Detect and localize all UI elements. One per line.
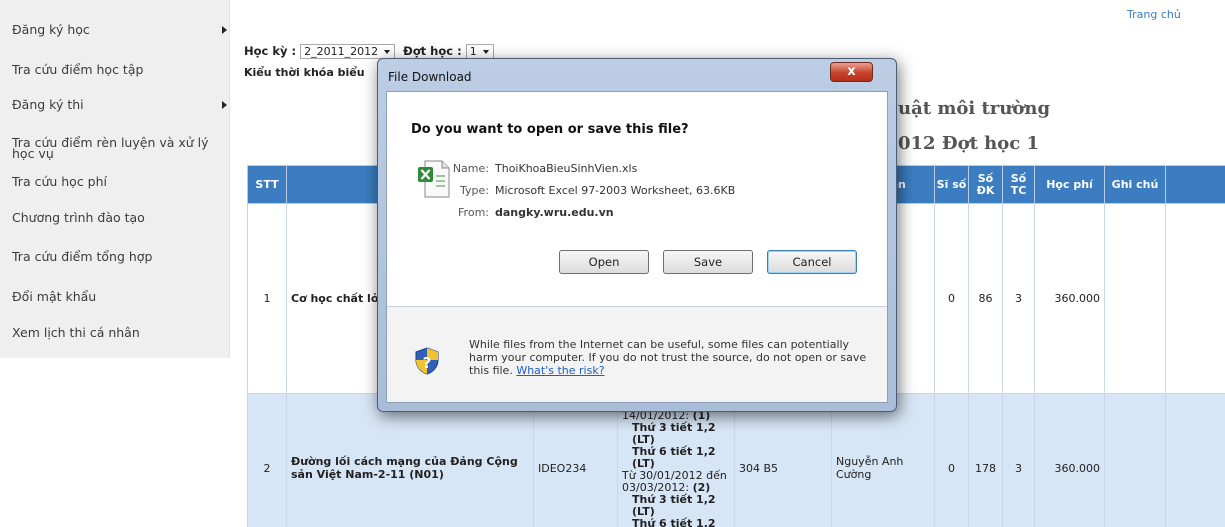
file-from-row: From: dangky.wru.edu.vn bbox=[447, 206, 614, 219]
dot-hoc-label: Đợt học : bbox=[403, 44, 462, 58]
dialog-question: Do you want to open or save this file? bbox=[411, 122, 689, 137]
header-hoc-phi: Học phí bbox=[1034, 165, 1105, 204]
cell-extra bbox=[1165, 203, 1225, 394]
header-extra bbox=[1165, 165, 1225, 204]
cell-stt: 2 bbox=[247, 393, 287, 527]
file-from-label: From: bbox=[458, 206, 489, 219]
schedule-slot: Thứ 6 tiết 1,2 (LT) bbox=[632, 445, 716, 470]
cell-ghi-chu bbox=[1104, 203, 1166, 394]
warning-text: While files from the Internet can be use… bbox=[469, 338, 874, 377]
page-title-line1: uật môi trường bbox=[898, 98, 1051, 119]
sidebar-item-label: Chương trình đào tạo bbox=[12, 210, 145, 225]
sidebar-item-label: Tra cứu điểm tổng hợp bbox=[12, 249, 153, 264]
header-stt: STT bbox=[247, 165, 287, 204]
timetable-type-label: Kiểu thời khóa biểu bbox=[244, 66, 365, 79]
cell-so-dk: 86 bbox=[968, 203, 1003, 394]
close-button[interactable]: x bbox=[830, 62, 873, 82]
file-type-value: Microsoft Excel 97-2003 Worksheet, 63.6K… bbox=[495, 184, 736, 197]
table-row: 2 Đường lối cách mạng của Đảng Cộng sản … bbox=[247, 393, 1225, 527]
cell-ma: IDEO234 bbox=[533, 393, 618, 527]
schedule-slot: Thứ 3 tiết 1,2 (LT) bbox=[632, 493, 716, 518]
cell-lich: 14/01/2012: (1) Thứ 3 tiết 1,2 (LT) Thứ … bbox=[617, 393, 735, 527]
cancel-button[interactable]: Cancel bbox=[767, 250, 857, 274]
cell-so-tc: 3 bbox=[1002, 203, 1035, 394]
file-name-value: ThoiKhoaBieuSinhVien.xls bbox=[495, 162, 638, 175]
dialog-title: File Download bbox=[388, 70, 472, 84]
warning-area: ? While files from the Internet can be u… bbox=[387, 307, 887, 402]
cell-hoc-phi: 360.000 bbox=[1034, 203, 1105, 394]
header-so-tc: Số TC bbox=[1002, 165, 1035, 204]
sidebar-item-label: Đăng ký học bbox=[12, 22, 90, 37]
cell-so-dk: 178 bbox=[968, 393, 1003, 527]
submenu-arrow-icon bbox=[222, 101, 227, 109]
header-ghi-chu: Ghi chú bbox=[1104, 165, 1166, 204]
sidebar-item-label: Tra cứu điểm rèn luyện và xử lý học vụ bbox=[12, 135, 209, 161]
sidebar-item-label: Tra cứu học phí bbox=[12, 174, 108, 189]
header-so-dk: Số ĐK bbox=[968, 165, 1003, 204]
submenu-arrow-icon bbox=[222, 26, 227, 34]
cell-phong: 304 B5 bbox=[734, 393, 832, 527]
sidebar-item-chuong-trinh-dao-tao[interactable]: Chương trình đào tạo bbox=[12, 211, 227, 224]
sidebar-item-label: Đăng ký thi bbox=[12, 97, 84, 112]
sidebar-item-xem-lich-thi[interactable]: Xem lịch thi cá nhân bbox=[12, 326, 227, 339]
cell-so-tc: 3 bbox=[1002, 393, 1035, 527]
sidebar-item-doi-mat-khau[interactable]: Đổi mật khẩu bbox=[12, 290, 227, 303]
sidebar-item-tra-cuu-diem-tong-hop[interactable]: Tra cứu điểm tổng hợp bbox=[12, 250, 227, 263]
cell-lop: Đường lối cách mạng của Đảng Cộng sản Vi… bbox=[286, 393, 534, 527]
cell-hoc-phi: 360.000 bbox=[1034, 393, 1105, 527]
term-filters: Học kỳ : 2_2011_2012 Đợt học : 1 bbox=[244, 44, 498, 59]
home-link[interactable]: Trang chủ bbox=[1127, 8, 1181, 21]
excel-file-icon bbox=[418, 160, 450, 198]
cell-si-so: 0 bbox=[934, 203, 969, 394]
sidebar: Đăng ký học Tra cứu điểm học tập Đăng ký… bbox=[0, 0, 230, 358]
sidebar-item-label: Xem lịch thi cá nhân bbox=[12, 325, 140, 340]
sidebar-item-label: Tra cứu điểm học tập bbox=[12, 62, 144, 77]
dot-hoc-select[interactable]: 1 bbox=[465, 44, 494, 59]
schedule-slot: Thứ 6 tiết 1,2 (LT) bbox=[632, 517, 716, 527]
file-download-dialog: File Download x Do you want to open or s… bbox=[377, 58, 897, 412]
cell-ghi-chu bbox=[1104, 393, 1166, 527]
sidebar-item-tra-cuu-diem-hoc-tap[interactable]: Tra cứu điểm học tập bbox=[12, 63, 227, 76]
cell-extra bbox=[1165, 393, 1225, 527]
file-type-label: Type: bbox=[460, 184, 489, 197]
sidebar-item-dang-ky-hoc[interactable]: Đăng ký học bbox=[12, 23, 227, 36]
sidebar-item-tra-cuu-diem-ren-luyen[interactable]: Tra cứu điểm rèn luyện và xử lý học vụ bbox=[12, 135, 224, 161]
whats-the-risk-link[interactable]: What's the risk? bbox=[516, 364, 604, 377]
schedule-slot: Thứ 3 tiết 1,2 (LT) bbox=[632, 421, 716, 446]
file-name-label: Name: bbox=[452, 162, 489, 175]
page-title-line2: 012 Đợt học 1 bbox=[898, 133, 1040, 154]
cell-si-so: 0 bbox=[934, 393, 969, 527]
security-shield-icon: ? bbox=[415, 347, 439, 375]
cell-stt: 1 bbox=[247, 203, 287, 394]
sidebar-item-tra-cuu-hoc-phi[interactable]: Tra cứu học phí bbox=[12, 175, 227, 188]
file-from-value: dangky.wru.edu.vn bbox=[495, 206, 614, 219]
header-si-so: Sĩ số bbox=[934, 165, 969, 204]
file-name-row: Name: ThoiKhoaBieuSinhVien.xls bbox=[447, 162, 638, 175]
save-button[interactable]: Save bbox=[663, 250, 753, 274]
dialog-body: Do you want to open or save this file? N… bbox=[386, 91, 888, 403]
sidebar-item-dang-ky-thi[interactable]: Đăng ký thi bbox=[12, 98, 227, 111]
sidebar-item-label: Đổi mật khẩu bbox=[12, 289, 97, 304]
hoc-ky-select[interactable]: 2_2011_2012 bbox=[300, 44, 396, 59]
svg-text:?: ? bbox=[423, 354, 432, 372]
cell-giang-vien: Nguyễn Anh Cường bbox=[831, 393, 935, 527]
file-type-row: Type: Microsoft Excel 97-2003 Worksheet, … bbox=[447, 184, 735, 197]
hoc-ky-label: Học kỳ : bbox=[244, 44, 297, 58]
open-button[interactable]: Open bbox=[559, 250, 649, 274]
close-icon: x bbox=[847, 64, 856, 79]
